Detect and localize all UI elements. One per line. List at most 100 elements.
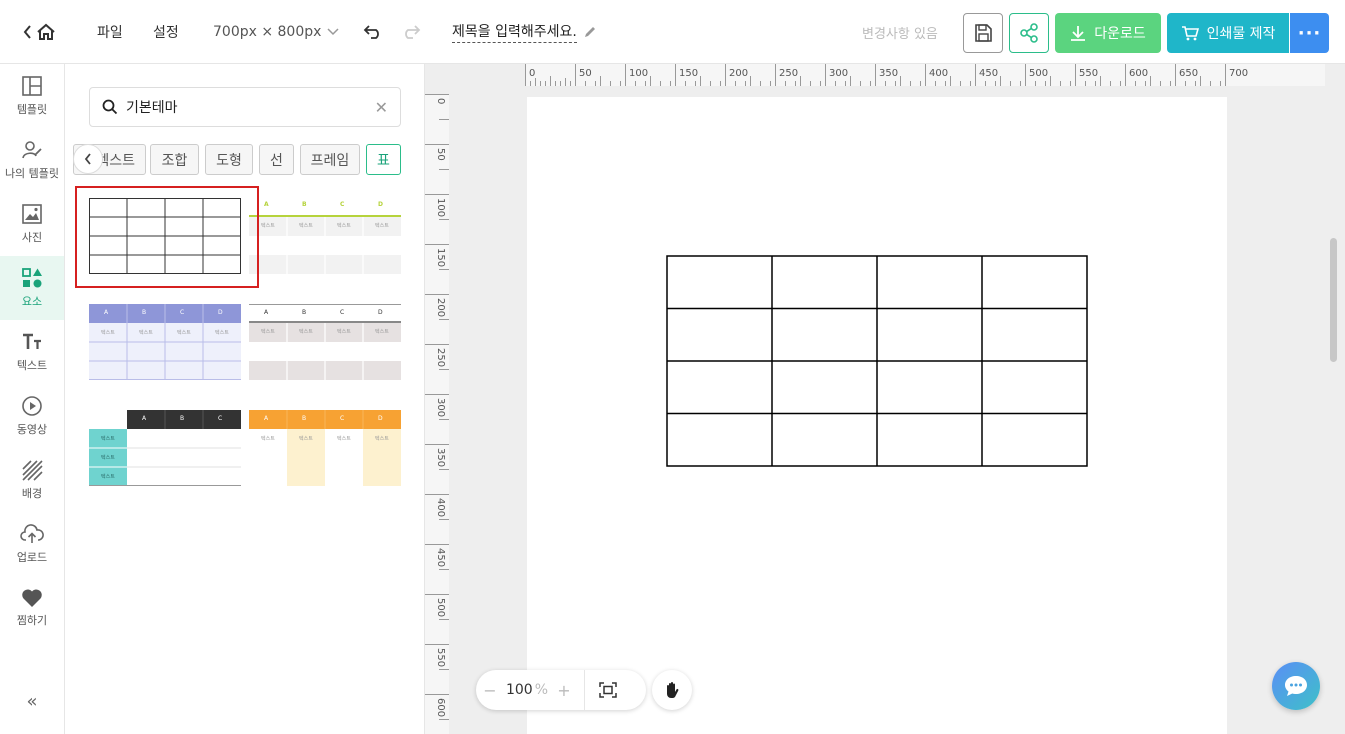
nav-label-background: 배경 [21,487,43,500]
chevron-down-icon [327,28,339,36]
h-ruler-label: 250 [779,68,798,79]
menu-file[interactable]: 파일 [97,0,123,64]
nav-item-video[interactable]: 동영상 [0,384,64,448]
table-thumb-gray[interactable]: A B C D 텍스트 텍스트 텍스트 텍스트 [249,304,401,380]
doc-title-field[interactable]: 제목을 입력해주세요. [452,0,597,64]
thumb3-cell: 텍스트 [177,330,191,336]
my-template-icon [22,141,42,159]
nav-item-my-template[interactable]: 나의 템플릿 [0,128,64,192]
thumb5-header-c: C [218,415,223,422]
redo-button[interactable] [401,0,421,64]
editor-app: 파일 설정 700px × 800px 제목을 입력해주세요. 변경사항 있음 … [0,0,1345,734]
v-ruler-label: 50 [435,148,446,161]
chips-scroll-left-button[interactable] [73,144,103,174]
canvas-workspace[interactable]: 0 50 100 150 200 250 300 350 400 450 500… [425,64,1345,734]
undo-button[interactable] [363,0,383,64]
h-ruler-label: 600 [1129,68,1148,79]
home-icon [37,23,55,40]
template-icon [22,76,42,96]
chip-line[interactable]: 선 [259,144,294,175]
h-ruler-label: 150 [679,68,698,79]
search-field[interactable]: 기본테마 ✕ [89,87,401,127]
vertical-ruler: 0 50 100 150 200 250 300 350 400 450 500… [425,94,449,734]
v-ruler-label: 0 [435,98,446,104]
table-element[interactable] [666,255,1088,467]
chip-table[interactable]: 표 [366,144,401,175]
nav-item-template[interactable]: 템플릿 [0,64,64,128]
nav-label-text: 텍스트 [16,359,48,372]
h-ruler-label: 550 [1079,68,1098,79]
design-page[interactable] [527,97,1227,734]
back-home-button[interactable] [22,0,56,64]
thumb3-cell: 텍스트 [101,330,115,336]
chip-shape[interactable]: 도형 [205,144,253,175]
nav-item-upload[interactable]: 업로드 [0,512,64,576]
chip-frame[interactable]: 프레임 [300,144,360,175]
redo-icon [405,25,421,39]
table-thumb-green-line-grid [249,198,401,274]
text-icon [23,333,41,349]
download-button[interactable]: 다운로드 [1055,13,1161,53]
search-icon [102,99,118,115]
cart-icon [1181,26,1199,41]
thumb4-header-a: A [264,309,269,316]
collapse-nav-button[interactable]: « [0,686,64,716]
photo-icon [22,204,42,224]
table-thumb-purple[interactable]: A B C D 텍스트 텍스트 텍스트 텍스트 [89,304,241,380]
thumb3-header-c: C [180,309,185,316]
vertical-scrollbar[interactable] [1330,238,1337,362]
pencil-icon [584,27,595,37]
table-thumb-green-line[interactable]: A B C D 텍스트 텍스트 텍스트 텍스트 [249,198,401,274]
zoom-out-button[interactable]: − [476,681,504,700]
v-ruler-label: 300 [435,398,446,417]
more-options-button[interactable]: ··· [1290,13,1329,53]
chat-support-button[interactable] [1272,662,1320,710]
pan-tool-button[interactable] [652,670,692,710]
video-icon [22,396,42,416]
fit-screen-button[interactable] [585,682,631,698]
thumb6-cell: 텍스트 [337,436,351,442]
left-nav: 템플릿 나의 템플릿 사진 요소 텍스트 동영상 배경 업로드 찜하기 « [0,64,65,734]
thumb6-cell: 텍스트 [299,436,313,442]
nav-item-element[interactable]: 요소 [0,256,64,320]
zoom-in-button[interactable]: + [550,681,578,700]
thumb2-header-c: C [340,201,345,208]
share-icon [1020,23,1038,43]
table-thumb-orange[interactable]: A B C D 텍스트 텍스트 텍스트 텍스트 [249,410,401,486]
thumb6-cell: 텍스트 [261,436,275,442]
nav-item-favorite[interactable]: 찜하기 [0,576,64,640]
element-panel: 기본테마 ✕ 텍스트 조합 도형 선 프레임 표 A B C D 텍스트 텍스트… [65,64,425,734]
thumb5-header-b: B [180,415,185,422]
thumb6-header-a: A [264,415,269,422]
clear-search-icon[interactable]: ✕ [375,98,388,117]
thumb3-header-d: D [218,309,223,316]
menu-settings[interactable]: 설정 [153,0,179,64]
v-ruler-label: 550 [435,648,446,667]
chip-combo[interactable]: 조합 [150,144,199,175]
thumb4-cell: 텍스트 [337,329,351,335]
heart-icon [22,589,42,607]
fit-screen-icon [599,682,617,698]
nav-label-photo: 사진 [21,231,43,244]
print-order-button[interactable]: 인쇄물 제작 [1167,13,1289,53]
h-ruler-label: 500 [1029,68,1048,79]
h-ruler-label: 450 [979,68,998,79]
canvas-size-dropdown[interactable]: 700px × 800px [213,0,339,64]
zoom-value[interactable]: 100% [504,682,550,698]
thumb5-cell: 텍스트 [101,436,115,442]
v-ruler-label: 350 [435,448,446,467]
thumb2-cell: 텍스트 [261,223,275,229]
nav-item-photo[interactable]: 사진 [0,192,64,256]
thumb6-cell: 텍스트 [375,436,389,442]
save-button[interactable] [963,13,1003,53]
nav-item-background[interactable]: 배경 [0,448,64,512]
nav-label-upload: 업로드 [16,551,48,564]
table-thumb-dark-teal[interactable]: A B C 텍스트 텍스트 텍스트 [89,410,241,486]
thumb2-cell: 텍스트 [337,223,351,229]
undo-icon [363,25,379,39]
share-button[interactable] [1009,13,1049,53]
search-input[interactable]: 기본테마 [126,97,178,117]
thumb5-cell: 텍스트 [101,455,115,461]
nav-item-text[interactable]: 텍스트 [0,320,64,384]
zoom-unit: % [534,682,549,698]
